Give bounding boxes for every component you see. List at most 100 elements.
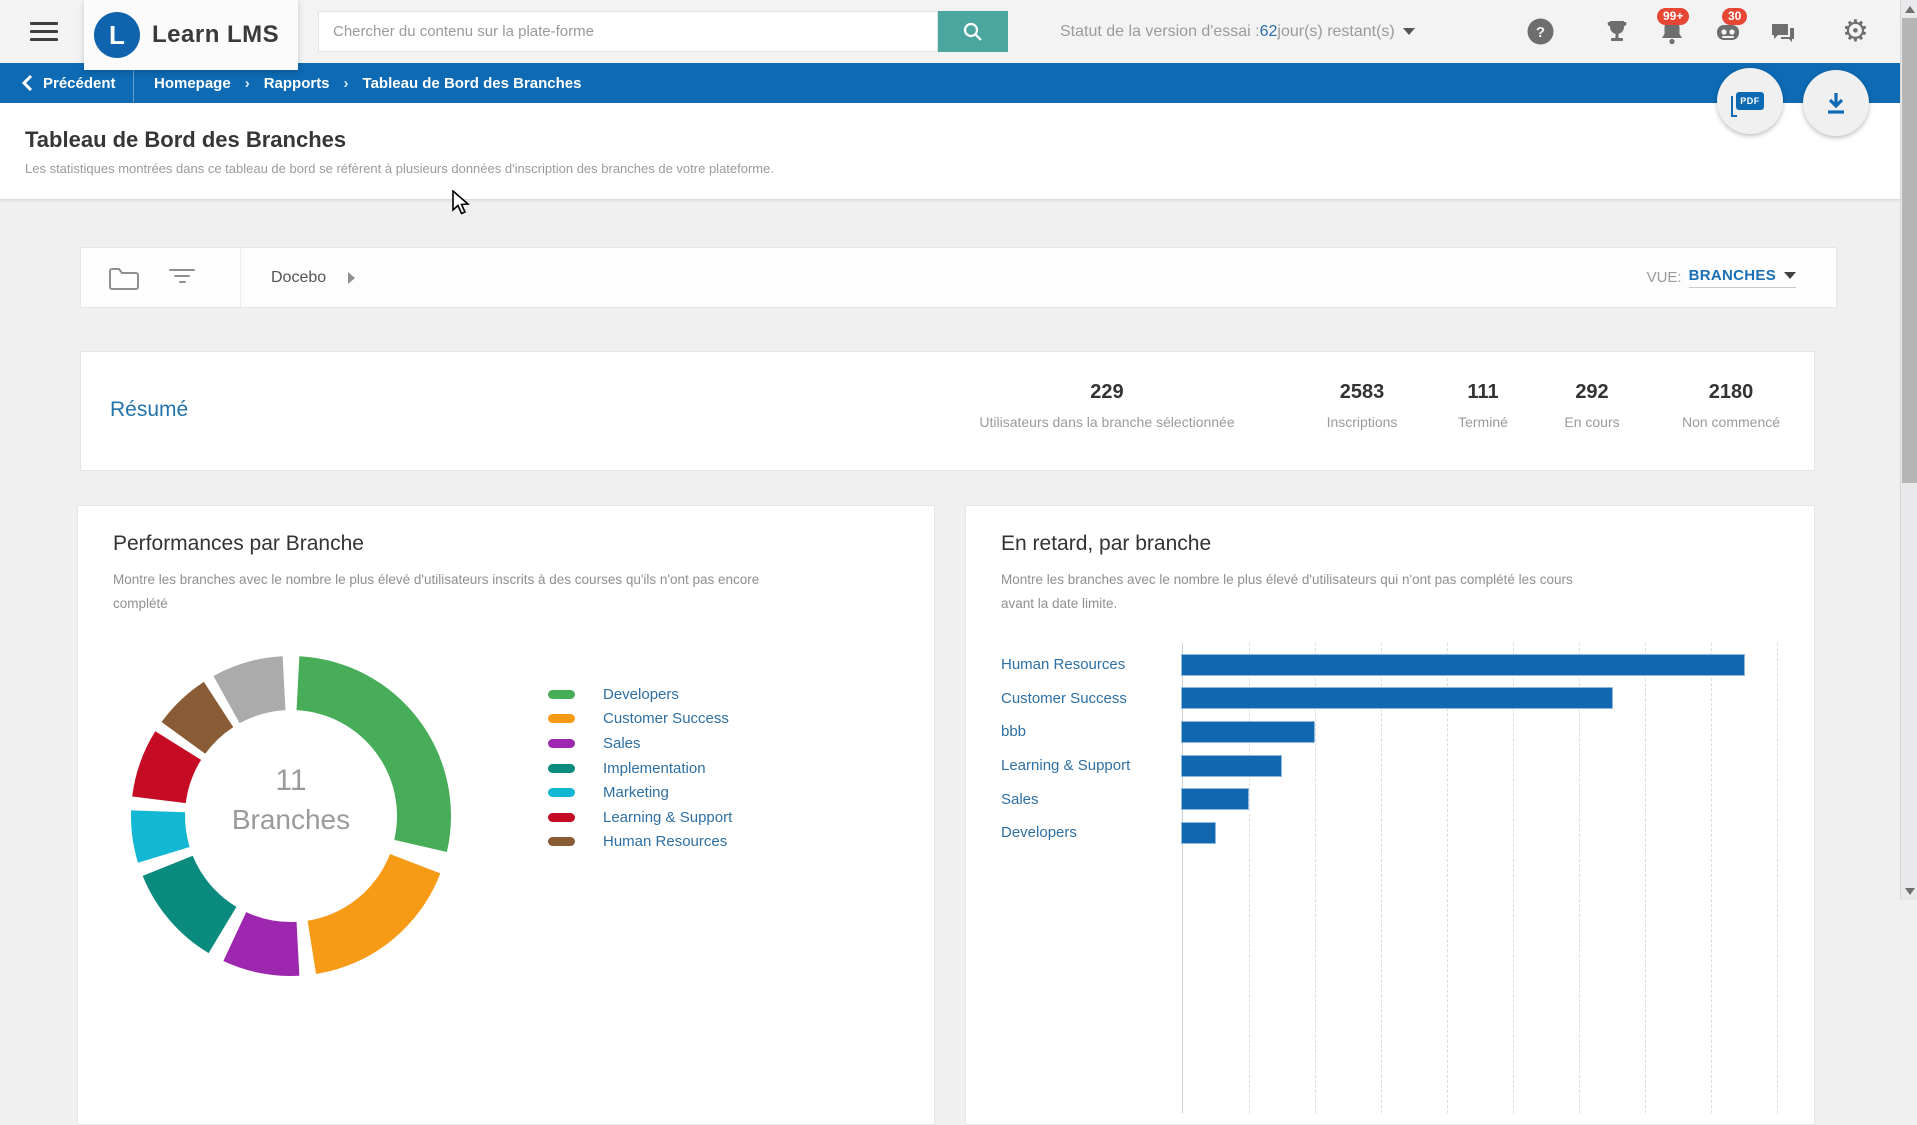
overdue-by-branch-card: En retard, par branche Montre les branch… — [965, 505, 1815, 1125]
legend-swatch — [548, 690, 575, 699]
download-icon — [1823, 90, 1849, 116]
legend-swatch — [548, 714, 575, 723]
page-title: Tableau de Bord des Branches — [25, 127, 346, 153]
stat-label: En cours — [1564, 414, 1619, 430]
top-bar: L Learn LMS Statut de la version d'essai… — [0, 0, 1900, 63]
legend-item[interactable]: Marketing — [548, 780, 732, 805]
breadcrumb-item[interactable]: Homepage — [154, 75, 231, 92]
trial-days: 62 — [1260, 23, 1278, 41]
legend-item[interactable]: Human Resources — [548, 830, 732, 855]
overdue-bar-chart: Human ResourcesCustomer SuccessbbbLearni… — [1001, 643, 1784, 1113]
search-input[interactable] — [318, 11, 938, 52]
chevron-right-icon — [348, 272, 355, 284]
view-selector-dropdown[interactable]: VUE: BRANCHES — [1647, 248, 1796, 307]
bar-track — [1182, 655, 1784, 675]
summary-stat: 229Utilisateurs dans la branche sélectio… — [979, 381, 1234, 430]
bar-Developers[interactable] — [1182, 823, 1215, 843]
donut-segment-Customer Success[interactable] — [308, 854, 441, 974]
search-icon — [962, 21, 984, 43]
performance-by-branch-card: Performances par Branche Montre les bran… — [77, 505, 935, 1125]
bar-category-label: bbb — [1001, 723, 1182, 740]
stat-label: Utilisateurs dans la branche sélectionné… — [979, 414, 1234, 430]
export-pdf-button[interactable]: PDF — [1717, 68, 1783, 134]
scroll-up-arrow[interactable] — [1905, 6, 1915, 13]
page-header: Tableau de Bord des Branches Les statist… — [0, 103, 1900, 200]
summary-stat: 292 En cours — [1564, 381, 1619, 430]
legend-item[interactable]: Customer Success — [548, 707, 732, 732]
card-title: En retard, par branche — [1001, 532, 1211, 556]
card-description: Montre les branches avec le nombre le pl… — [1001, 568, 1581, 615]
messages-chat-icon[interactable] — [1770, 0, 1796, 63]
hamburger-menu-icon[interactable] — [30, 22, 58, 42]
view-label: VUE: — [1647, 269, 1682, 286]
bar-Human Resources[interactable] — [1182, 655, 1744, 675]
filter-icon[interactable] — [169, 269, 195, 287]
bar-Sales[interactable] — [1182, 789, 1248, 809]
stat-label: Terminé — [1458, 414, 1508, 430]
branch-path-docebo[interactable]: Docebo — [271, 248, 355, 307]
settings-gear-icon[interactable]: ⚙ — [1842, 0, 1869, 63]
search-button[interactable] — [938, 11, 1008, 52]
donut-segment-Implementation[interactable] — [143, 856, 237, 953]
bar-Learning & Support[interactable] — [1182, 756, 1281, 776]
stat-value: 2180 — [1682, 381, 1780, 404]
legend-swatch — [548, 788, 575, 797]
trial-status-dropdown[interactable]: Statut de la version d'essai : 62 jour(s… — [1060, 0, 1415, 63]
bar-row: Customer Success — [1001, 682, 1784, 716]
stat-value: 111 — [1458, 381, 1508, 404]
bar-track — [1182, 789, 1784, 809]
download-button[interactable] — [1803, 70, 1869, 136]
legend-item[interactable]: Learning & Support — [548, 805, 732, 830]
divider — [240, 248, 241, 307]
legend-item[interactable]: Sales — [548, 731, 732, 756]
bar-track — [1182, 756, 1784, 776]
legend-item[interactable]: Developers — [548, 682, 732, 707]
breadcrumb-item[interactable]: Rapports — [264, 75, 330, 92]
bar-category-label: Customer Success — [1001, 690, 1182, 707]
pdf-icon: PDF — [1736, 92, 1764, 110]
summary-stat: 111 Terminé — [1458, 381, 1508, 430]
vertical-scrollbar[interactable] — [1900, 0, 1917, 900]
chevron-down-icon — [1403, 28, 1415, 35]
donut-center-label: 11 Branches — [181, 764, 401, 836]
bar-category-label: Sales — [1001, 791, 1182, 808]
stat-label: Non commencé — [1682, 414, 1780, 430]
gamification-trophy-icon[interactable] — [1604, 0, 1630, 63]
legend-swatch — [548, 813, 575, 822]
scroll-down-arrow[interactable] — [1905, 888, 1915, 895]
bar-row: Sales — [1001, 782, 1784, 816]
branch-folder-icon[interactable] — [107, 264, 141, 297]
legend-label: Learning & Support — [603, 809, 732, 826]
legend-item[interactable]: Implementation — [548, 756, 732, 781]
bar-category-label: Developers — [1001, 824, 1182, 841]
bar-row: Developers — [1001, 816, 1784, 850]
chevron-left-icon — [22, 75, 33, 91]
help-icon[interactable]: ? — [1527, 0, 1554, 63]
bar-category-label: Learning & Support — [1001, 757, 1182, 774]
bar-row: bbb — [1001, 715, 1784, 749]
legend-label: Sales — [603, 735, 641, 752]
legend-label: Developers — [603, 686, 679, 703]
chart-rows: Human ResourcesCustomer SuccessbbbLearni… — [1001, 648, 1784, 850]
back-label: Précédent — [43, 75, 116, 92]
trial-status-suffix: jour(s) restant(s) — [1277, 23, 1394, 41]
bar-bbb[interactable] — [1182, 722, 1314, 742]
scrollbar-thumb[interactable] — [1902, 18, 1917, 483]
filter-bar: Docebo VUE: BRANCHES — [80, 247, 1837, 308]
donut-legend: Developers Customer Success Sales Implement… — [548, 682, 732, 854]
bar-row: Learning & Support — [1001, 749, 1784, 783]
chevron-down-icon — [1784, 272, 1796, 279]
legend-label: Human Resources — [603, 833, 727, 850]
legend-swatch — [548, 764, 575, 773]
legend-swatch — [548, 837, 575, 846]
stat-value: 292 — [1564, 381, 1619, 404]
app-logo[interactable]: L Learn LMS — [84, 0, 298, 70]
donut-segment-Sales[interactable] — [223, 912, 299, 976]
svg-text:?: ? — [1536, 24, 1545, 41]
bar-Customer Success[interactable] — [1182, 688, 1612, 708]
page-subtitle: Les statistiques montrées dans ce tablea… — [25, 161, 774, 176]
bar-track — [1182, 688, 1784, 708]
breadcrumb-separator: › — [245, 75, 250, 92]
card-title: Performances par Branche — [113, 532, 364, 556]
legend-label: Implementation — [603, 760, 706, 777]
